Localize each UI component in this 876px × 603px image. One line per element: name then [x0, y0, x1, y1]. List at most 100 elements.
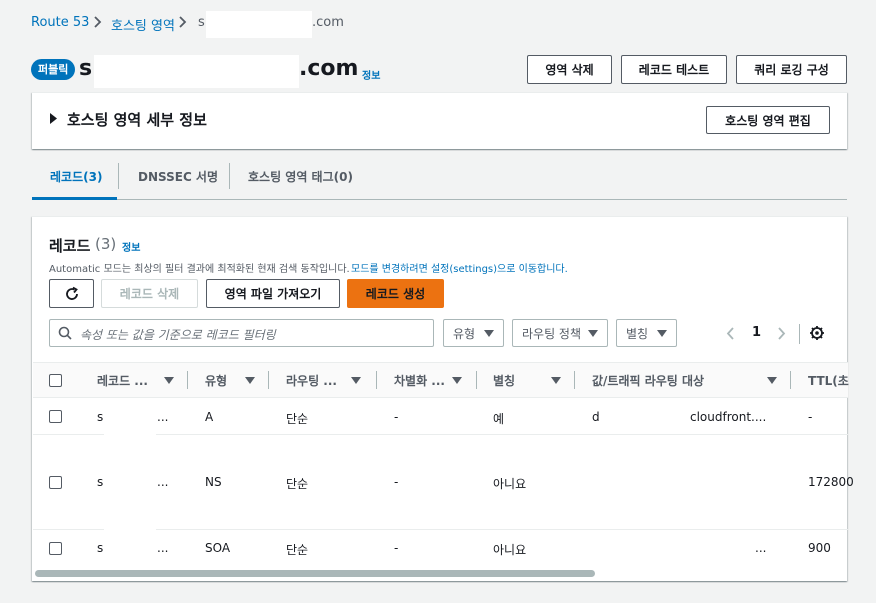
caret-down-icon[interactable]: [245, 377, 255, 384]
record-type: SOA: [205, 541, 231, 555]
records-count: (3): [95, 235, 117, 253]
column-differentiator[interactable]: 차별화 ...: [394, 372, 445, 389]
record-name[interactable]: s: [97, 410, 103, 424]
record-ttl: 900: [808, 541, 831, 555]
record-name-ellipsis: ...: [157, 475, 169, 489]
record-value: ...: [755, 541, 767, 555]
tab-separator: [229, 163, 230, 189]
record-routing: 단순: [286, 412, 309, 426]
refresh-icon: [65, 286, 78, 300]
record-differentiator: -: [394, 541, 399, 555]
redacted-area: [104, 400, 156, 565]
breadcrumb-current-suffix: .com: [312, 15, 344, 30]
search-icon: [58, 326, 72, 340]
import-zone-file-button[interactable]: 영역 파일 가져오기: [206, 279, 340, 308]
record-ttl: 172800: [808, 475, 854, 489]
record-alias: 예: [493, 412, 505, 426]
redacted-area: [599, 400, 683, 430]
filter-type-select[interactable]: 유형: [443, 319, 504, 347]
record-alias: 아니요: [493, 477, 527, 491]
chevron-right-icon: [179, 16, 187, 28]
filter-alias-select[interactable]: 별칭: [616, 319, 677, 347]
horizontal-scrollbar-thumb[interactable]: [35, 570, 595, 577]
caret-down-icon[interactable]: [767, 377, 777, 384]
column-value[interactable]: 값/트래픽 라우팅 대상: [592, 372, 704, 389]
record-name[interactable]: s: [97, 541, 103, 555]
refresh-button[interactable]: [49, 279, 94, 308]
route53-hosted-zone-page: Route 53 호스팅 영역 s .com 퍼블릭 s .com 정보 영역 …: [0, 0, 876, 603]
test-record-button[interactable]: 레코드 테스트: [621, 55, 727, 84]
delete-zone-button[interactable]: 영역 삭제: [527, 55, 612, 84]
records-title: 레코드: [49, 237, 91, 255]
column-ttl[interactable]: TTL(초: [808, 372, 849, 389]
tab-records[interactable]: 레코드(3): [50, 168, 102, 185]
tabs-underline: [32, 199, 847, 200]
caret-down-icon[interactable]: [164, 377, 174, 384]
caret-down-icon: [657, 330, 667, 337]
caret-down-icon[interactable]: [551, 377, 561, 384]
breadcrumb-current-prefix: s: [198, 15, 205, 30]
domain-title-prefix: s: [79, 56, 93, 81]
row-checkbox[interactable]: [49, 410, 62, 423]
column-routing[interactable]: 라우팅 ...: [286, 372, 337, 389]
public-badge: 퍼블릭: [31, 59, 76, 80]
info-link[interactable]: 정보: [362, 67, 380, 82]
redacted-area: [94, 55, 299, 88]
row-checkbox[interactable]: [49, 542, 62, 555]
caret-down-icon[interactable]: [452, 377, 462, 384]
domain-title-suffix: .com: [299, 56, 359, 81]
filter-routing-label: 라우팅 정책: [522, 326, 582, 341]
caret-down-icon: [484, 330, 494, 337]
delete-record-button[interactable]: 레코드 삭제: [101, 279, 198, 308]
tab-dnssec[interactable]: DNSSEC 서명: [138, 168, 218, 185]
records-description: Automatic 모드는 최상의 필터 결과에 최적화된 현재 검색 동작입니…: [49, 264, 350, 275]
column-alias[interactable]: 별칭: [493, 372, 515, 389]
record-alias: 아니요: [493, 543, 527, 557]
search-input[interactable]: 속성 또는 값을 기준으로 레코드 필터링: [49, 319, 434, 347]
caret-down-icon[interactable]: [351, 377, 361, 384]
filter-type-label: 유형: [453, 326, 476, 341]
record-type: A: [205, 410, 214, 424]
record-type: NS: [205, 475, 222, 489]
active-tab-indicator: [32, 197, 117, 200]
redacted-area: [206, 11, 312, 38]
record-routing: 단순: [286, 543, 309, 557]
column-separator: [574, 371, 575, 389]
configure-query-logging-button[interactable]: 쿼리 로깅 구성: [736, 55, 847, 84]
row-checkbox[interactable]: [49, 476, 62, 489]
record-name-ellipsis: ...: [157, 410, 169, 424]
column-separator: [187, 371, 188, 389]
caret-down-icon: [588, 330, 598, 337]
chevron-right-icon: [94, 16, 102, 28]
tab-separator: [118, 163, 119, 189]
column-separator: [476, 371, 477, 389]
current-page[interactable]: 1: [752, 325, 761, 340]
record-differentiator: -: [394, 475, 399, 489]
record-name-ellipsis: ...: [157, 541, 169, 555]
details-title[interactable]: 호스팅 영역 세부 정보: [67, 109, 207, 130]
select-all-checkbox[interactable]: [49, 374, 62, 387]
column-separator: [268, 371, 269, 389]
create-record-button[interactable]: 레코드 생성: [347, 279, 444, 308]
column-separator: [376, 371, 377, 389]
caret-right-icon[interactable]: [49, 113, 58, 124]
tab-tags[interactable]: 호스팅 영역 태그(0): [248, 168, 353, 185]
records-info-link[interactable]: 정보: [122, 239, 140, 254]
settings-link[interactable]: 모드를 변경하려면 설정(settings)으로 이동합니다.: [351, 260, 568, 275]
redacted-area: [590, 533, 750, 565]
breadcrumb-route53[interactable]: Route 53: [31, 15, 89, 30]
column-type[interactable]: 유형: [205, 372, 227, 389]
record-routing: 단순: [286, 477, 309, 491]
prev-page-icon[interactable]: [725, 326, 737, 341]
record-value: cloudfront....: [690, 410, 767, 424]
redacted-area: [590, 438, 800, 527]
filter-alias-label: 별칭: [626, 326, 649, 341]
gear-icon[interactable]: [809, 325, 825, 341]
breadcrumb-hosted-zones[interactable]: 호스팅 영역: [111, 15, 175, 34]
record-differentiator: -: [394, 410, 399, 424]
column-record-name[interactable]: 레코드 ...: [97, 372, 148, 389]
next-page-icon[interactable]: [775, 326, 787, 341]
edit-hosted-zone-button[interactable]: 호스팅 영역 편집: [706, 106, 830, 134]
filter-routing-select[interactable]: 라우팅 정책: [512, 319, 608, 347]
record-name[interactable]: s: [97, 475, 103, 489]
